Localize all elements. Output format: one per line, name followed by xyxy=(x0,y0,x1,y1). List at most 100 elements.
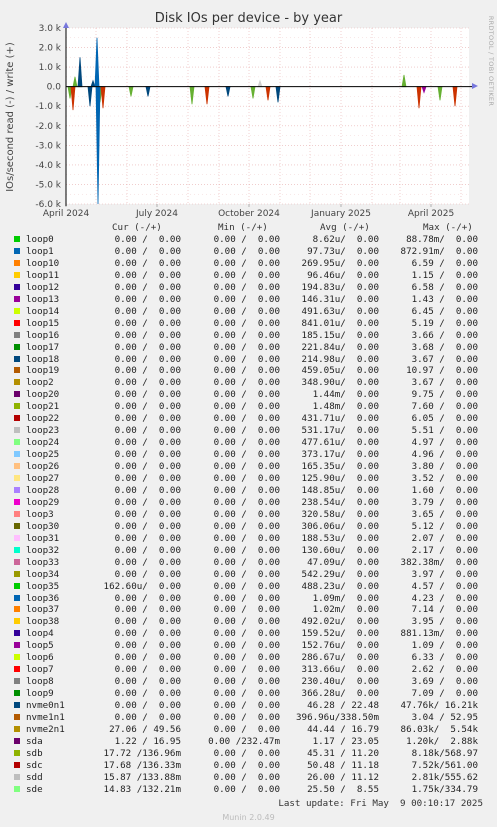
legend-min: 0.00 / 0.00 xyxy=(213,281,280,293)
legend-name: sdd xyxy=(26,771,43,783)
legend-swatch xyxy=(14,773,20,780)
legend-min: 0.00 / 0.00 xyxy=(213,305,280,317)
legend-row-loop17: loop17 0.00 / 0.00 0.00 / 0.00 221.84u/ 0.0… xyxy=(0,342,497,354)
legend-cur: 0.00 / 0.00 xyxy=(114,508,181,520)
legend-cur: 0.00 / 0.00 xyxy=(114,234,181,245)
x-tick-label: October 2024 xyxy=(218,209,280,219)
legend-row-loop16: loop16 0.00 / 0.00 0.00 / 0.00 185.15u/ 0.0… xyxy=(0,330,497,342)
legend-min: 0.00 /232.47m xyxy=(208,735,280,747)
legend-avg: 431.71u/ 0.00 xyxy=(301,413,379,425)
legend-max: 6.05 / 0.00 xyxy=(411,413,478,425)
legend-cur: 0.00 / 0.00 xyxy=(114,700,181,712)
legend-avg: 366.28u/ 0.00 xyxy=(301,688,379,700)
io-chart: 3.0 k 2.0 k 1.0 k 0.0 -1.0 k -2.0 k -3.0 k -4.0… xyxy=(35,22,478,219)
legend-avg: 159.52u/ 0.00 xyxy=(301,628,379,640)
legend-max: 3.67 / 0.00 xyxy=(411,377,478,389)
legend-swatch xyxy=(14,259,20,266)
legend-name: loop28 xyxy=(26,484,60,496)
legend-swatch xyxy=(14,558,20,565)
legend-min: 0.00 / 0.00 xyxy=(213,389,280,401)
legend-avg: 44.44 / 16.79 xyxy=(307,723,379,735)
y-tick-label: 3.0 k xyxy=(39,24,62,34)
legend-cur: 0.00 / 0.00 xyxy=(114,293,181,305)
legend-row-nvme0n1: nvme0n1 0.00 / 0.00 0.00 / 0.00 46.28 / 22.… xyxy=(0,700,497,712)
legend-min: 0.00 / 0.00 xyxy=(213,783,280,795)
legend-min: 0.00 / 0.00 xyxy=(213,353,280,365)
legend-max: 5.51 / 0.00 xyxy=(411,425,478,437)
legend-row-loop1: loop1 0.00 / 0.00 0.00 / 0.00 97.73u/ 0.00 8… xyxy=(0,246,497,258)
legend-name: nvme0n1 xyxy=(26,700,65,712)
legend-name: loop34 xyxy=(26,568,60,580)
legend-min: 0.00 / 0.00 xyxy=(213,628,280,640)
legend-cur: 0.00 / 0.00 xyxy=(114,257,181,269)
legend-cur: 27.06 / 49.56 xyxy=(109,723,181,735)
legend-min: 0.00 / 0.00 xyxy=(213,425,280,437)
legend-cur: 0.00 / 0.00 xyxy=(114,329,181,341)
legend-avg: 146.31u/ 0.00 xyxy=(301,293,379,305)
legend-avg: 130.60u/ 0.00 xyxy=(301,544,379,556)
legend-row-loop36: loop36 0.00 / 0.00 0.00 / 0.00 1.09m/ 0.00 4… xyxy=(0,593,497,605)
legend-min: 0.00 / 0.00 xyxy=(213,234,280,245)
legend-swatch xyxy=(14,331,20,338)
legend-min: 0.00 / 0.00 xyxy=(213,257,280,269)
legend-swatch xyxy=(14,510,20,517)
legend-cur: 0.00 / 0.00 xyxy=(114,484,181,496)
legend-swatch xyxy=(14,271,20,278)
legend-cur: 0.00 / 0.00 xyxy=(114,269,181,281)
y-tick-label: -2.0 k xyxy=(35,122,61,132)
legend-avg: 148.85u/ 0.00 xyxy=(301,484,379,496)
legend-name: loop32 xyxy=(26,544,60,556)
legend-min: 0.00 / 0.00 xyxy=(213,413,280,425)
legend-avg: 46.28 / 22.48 xyxy=(307,700,379,712)
legend-name: sde xyxy=(26,783,43,795)
legend-min: 0.00 / 0.00 xyxy=(213,640,280,652)
legend-avg: 1.17 / 23.05 xyxy=(312,735,379,747)
legend-avg: 194.83u/ 0.00 xyxy=(301,281,379,293)
legend-name: loop23 xyxy=(26,425,60,437)
legend-row-loop12: loop12 0.00 / 0.00 0.00 / 0.00 194.83u/ 0.0… xyxy=(0,282,497,294)
legend-name: sda xyxy=(26,735,43,747)
legend-min: 0.00 / 0.00 xyxy=(213,449,280,461)
legend-swatch xyxy=(14,367,20,374)
legend-avg: 1.44m/ 0.00 xyxy=(312,389,379,401)
legend-row-loop9: loop9 0.00 / 0.00 0.00 / 0.00 366.28u/ 0.00… xyxy=(0,688,497,700)
legend-avg: 165.35u/ 0.00 xyxy=(301,461,379,473)
legend-swatch xyxy=(14,451,20,458)
legend-min: 0.00 / 0.00 xyxy=(213,245,280,257)
legend-avg: 269.95u/ 0.00 xyxy=(301,257,379,269)
legend-avg: 8.62u/ 0.00 xyxy=(312,234,379,245)
legend-max: 2.62 / 0.00 xyxy=(411,664,478,676)
legend-name: loop24 xyxy=(26,437,60,449)
legend-max: 872.91m/ 0.00 xyxy=(400,245,478,257)
legend-name: loop27 xyxy=(26,473,60,484)
legend-avg: 214.98u/ 0.00 xyxy=(301,353,379,365)
legend-name: loop2 xyxy=(26,377,54,389)
legend-name: loop37 xyxy=(26,604,60,616)
legend-row-loop14: loop14 0.00 / 0.00 0.00 / 0.00 491.63u/ 0.0… xyxy=(0,306,497,318)
legend-row-loop32: loop32 0.00 / 0.00 0.00 / 0.00 130.60u/ 0.0… xyxy=(0,545,497,557)
legend-row-sde: sde 14.83 /132.21m 0.00 / 0.00 25.50 / 8.55… xyxy=(0,784,497,796)
legend-name: loop36 xyxy=(26,592,60,604)
legend-min: 0.00 / 0.00 xyxy=(213,365,280,377)
y-axis-arrow-icon xyxy=(63,22,69,28)
legend-cur: 0.00 / 0.00 xyxy=(114,712,181,723)
legend-min: 0.00 / 0.00 xyxy=(213,676,280,688)
legend-min: 0.00 / 0.00 xyxy=(213,556,280,568)
legend-swatch xyxy=(14,319,20,326)
legend-avg: 373.17u/ 0.00 xyxy=(301,449,379,461)
legend-swatch xyxy=(14,546,20,553)
legend-name: loop26 xyxy=(26,461,60,473)
legend-row-loop8: loop8 0.00 / 0.00 0.00 / 0.00 230.40u/ 0.00… xyxy=(0,676,497,688)
legend-max: 2.07 / 0.00 xyxy=(411,532,478,544)
legend-max: 4.23 / 0.00 xyxy=(411,592,478,604)
legend-max: 3.67 / 0.00 xyxy=(411,353,478,365)
legend-swatch xyxy=(14,630,20,637)
legend-min: 0.00 / 0.00 xyxy=(213,437,280,449)
legend-name: loop7 xyxy=(26,664,54,676)
legend-avg: 286.67u/ 0.00 xyxy=(301,652,379,664)
legend-min: 0.00 / 0.00 xyxy=(213,747,280,759)
legend-row-loop25: loop25 0.00 / 0.00 0.00 / 0.00 373.17u/ 0.0… xyxy=(0,449,497,461)
legend-swatch xyxy=(14,761,20,768)
legend-avg: 230.40u/ 0.00 xyxy=(301,676,379,688)
legend-swatch xyxy=(14,702,20,709)
